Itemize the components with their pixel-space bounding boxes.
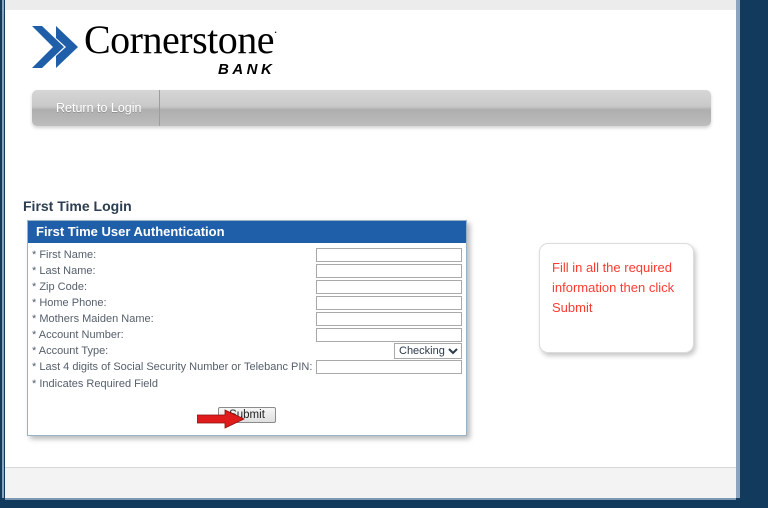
form-row-home-phone: * Home Phone: [32, 295, 462, 311]
page-top-strip [5, 0, 736, 10]
zip-code-input[interactable] [316, 280, 462, 294]
chevron-left-mark-icon [32, 26, 78, 68]
form-row-first-name: * First Name: [32, 247, 462, 263]
bank-logo[interactable]: Cornerstone. BANK [32, 18, 332, 80]
label-last-name: * Last Name: [32, 265, 96, 277]
label-home-phone: * Home Phone: [32, 297, 107, 309]
field-cell-first-name [312, 247, 462, 263]
page-bottom-strip [5, 467, 736, 498]
logo-subtitle: BANK [218, 61, 276, 78]
main-navigation-bar: Return to Login [32, 90, 711, 126]
form-body: * First Name: * Last Name: * Zip Code: *… [28, 243, 466, 435]
field-cell-home-phone [312, 295, 462, 311]
label-ssn-last4: * Last 4 digits of Social Security Numbe… [32, 361, 313, 373]
account-number-input[interactable] [316, 328, 462, 342]
form-row-ssn-last4: * Last 4 digits of Social Security Numbe… [32, 359, 462, 375]
logo-wordmark-text: Cornerstone [84, 17, 275, 62]
field-cell-ssn-last4 [312, 359, 462, 375]
submit-row: Submit [32, 393, 462, 435]
label-account-number: * Account Number: [32, 329, 124, 341]
last-name-input[interactable] [316, 264, 462, 278]
ssn-last4-input[interactable] [316, 360, 462, 374]
field-cell-zip-code [312, 279, 462, 295]
instruction-callout: Fill in all the required information the… [539, 243, 694, 353]
page-title: First Time Login [23, 198, 132, 214]
form-row-mothers-maiden-name: * Mothers Maiden Name: [32, 311, 462, 327]
field-cell-account-type: CheckingSavings [312, 343, 462, 359]
label-zip-code: * Zip Code: [32, 281, 88, 293]
field-cell-account-number [312, 327, 462, 343]
label-account-type: * Account Type: [32, 345, 109, 357]
first-time-user-authentication-panel: First Time User Authentication * First N… [27, 220, 467, 436]
form-rows: * First Name: * Last Name: * Zip Code: *… [32, 247, 462, 393]
form-row-required-note: * Indicates Required Field [32, 375, 462, 393]
authentication-form-table: * First Name: * Last Name: * Zip Code: *… [32, 247, 462, 393]
panel-header-title: First Time User Authentication [28, 221, 466, 243]
mothers-maiden-name-input[interactable] [316, 312, 462, 326]
field-cell-last-name [312, 263, 462, 279]
submit-button[interactable]: Submit [218, 407, 276, 423]
first-name-input[interactable] [316, 248, 462, 262]
browser-viewport: Cornerstone. BANK Return to Login First … [0, 0, 768, 508]
label-first-name: * First Name: [32, 249, 97, 261]
home-phone-input[interactable] [316, 296, 462, 310]
logo-wordmark: Cornerstone. [84, 18, 277, 62]
field-cell-mothers-maiden-name [312, 311, 462, 327]
form-row-account-number: * Account Number: [32, 327, 462, 343]
required-field-note: * Indicates Required Field [32, 378, 158, 390]
form-row-account-type: * Account Type: CheckingSavings [32, 343, 462, 359]
label-mothers-maiden-name: * Mothers Maiden Name: [32, 313, 154, 325]
account-type-select[interactable]: CheckingSavings [394, 343, 462, 359]
window-frame-right [736, 0, 768, 508]
instruction-callout-text: Fill in all the required information the… [552, 260, 675, 315]
form-row-zip-code: * Zip Code: [32, 279, 462, 295]
logo-trademark: . [274, 21, 277, 36]
nav-item-return-to-login[interactable]: Return to Login [44, 90, 161, 126]
form-row-last-name: * Last Name: [32, 263, 462, 279]
page-canvas: Cornerstone. BANK Return to Login First … [5, 0, 736, 498]
